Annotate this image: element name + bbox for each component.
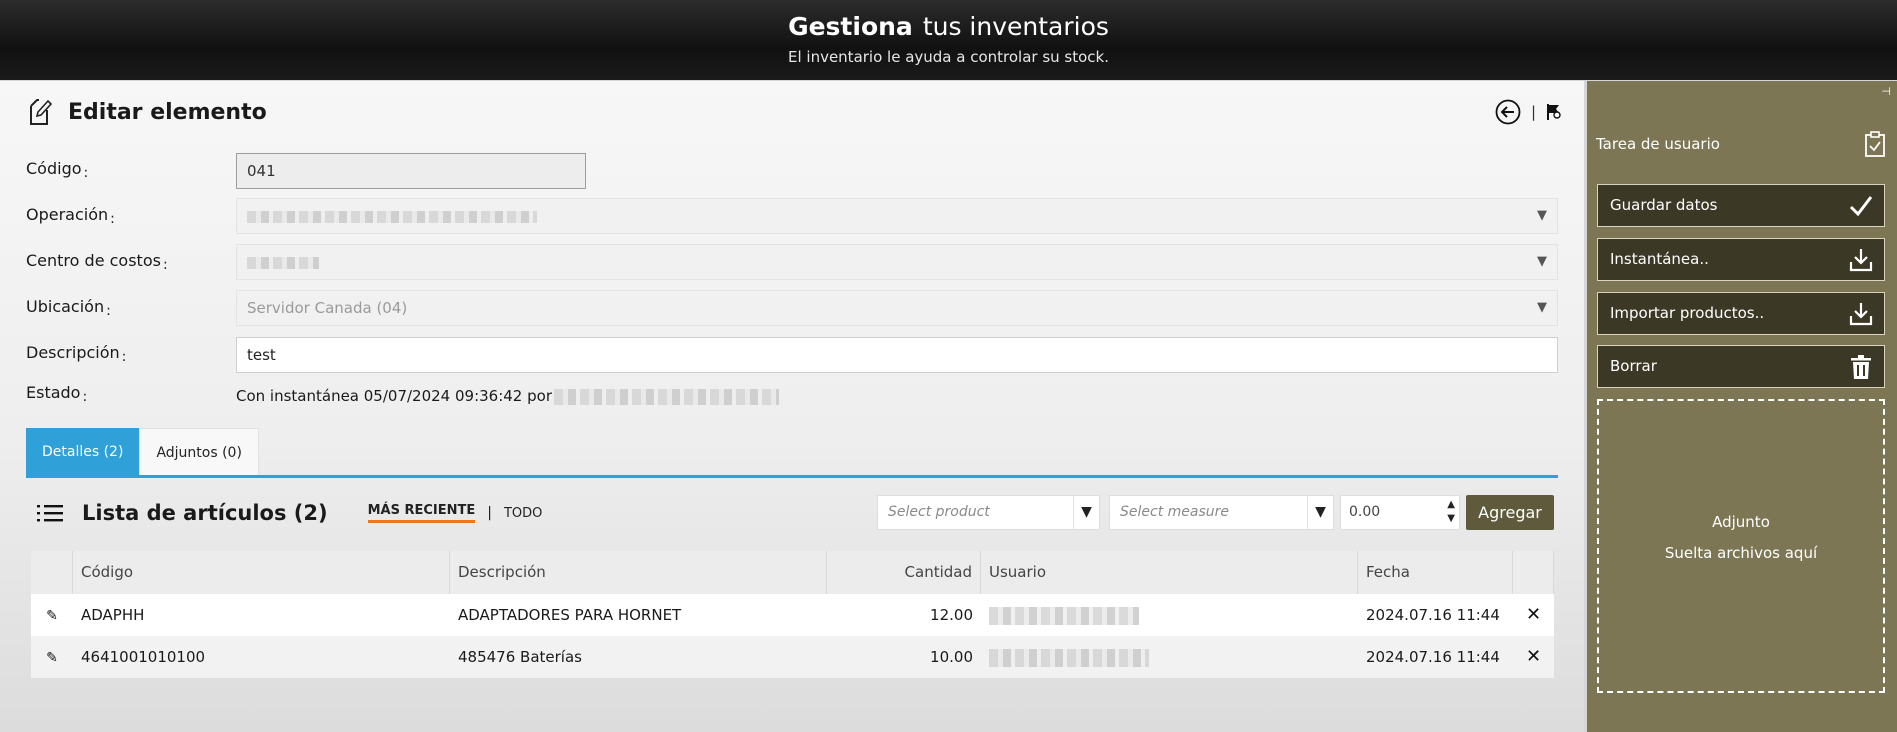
pencil-icon[interactable]: ✎: [46, 650, 58, 666]
main-panel: Editar elemento | Código: 041 Operación:…: [0, 81, 1584, 732]
measure-placeholder: Select measure: [1120, 504, 1230, 520]
user-task-header: Tarea de usuario: [1596, 129, 1886, 159]
check-icon: [1849, 196, 1873, 217]
add-button[interactable]: Agregar: [1466, 495, 1554, 530]
page-actions: |: [1495, 99, 1562, 125]
description-field[interactable]: test: [236, 337, 1558, 373]
description-label: Descripción:: [26, 343, 127, 365]
header-description[interactable]: Descripción: [450, 551, 827, 594]
quantity-value: 0.00: [1349, 504, 1381, 520]
user-task-label: Tarea de usuario: [1596, 135, 1720, 153]
product-select[interactable]: Select product ▼: [877, 495, 1100, 530]
list-icon: [37, 505, 63, 522]
chevron-down-icon: ▼: [1537, 254, 1547, 269]
row-quantity: 10.00: [930, 648, 973, 666]
user-redacted: [989, 606, 1139, 625]
code-label: Código:: [26, 159, 89, 181]
header-delete-col: [1513, 551, 1554, 594]
quantity-stepper[interactable]: 0.00 ▲ ▼: [1340, 495, 1460, 530]
operation-value-redacted: [247, 210, 537, 223]
header-quantity[interactable]: Cantidad: [827, 551, 981, 594]
row-quantity: 12.00: [930, 606, 973, 624]
location-value: Servidor Canada (04): [247, 299, 408, 317]
status-label: Estado:: [26, 383, 88, 405]
tab-underline: [26, 475, 1558, 478]
dropzone-title: Adjunto: [1712, 513, 1770, 531]
clipboard-check-icon: [1865, 131, 1885, 157]
row-description: 485476 Baterías: [458, 648, 582, 666]
header-title-rest: tus inventarios: [922, 12, 1109, 41]
chevron-down-icon: ▼: [1537, 300, 1547, 315]
close-icon[interactable]: ✕: [1526, 604, 1541, 625]
header-user[interactable]: Usuario: [981, 551, 1358, 594]
row-user: [981, 636, 1358, 678]
app-header: Gestiona tus inventarios El inventario le…: [0, 0, 1897, 80]
header-edit-col: [31, 551, 73, 594]
page-header: Editar elemento: [26, 95, 267, 129]
cost-center-select[interactable]: ▼: [236, 244, 1558, 280]
header-title: Gestiona tus inventarios: [0, 12, 1897, 41]
measure-select[interactable]: Select measure ▼: [1109, 495, 1334, 530]
code-field[interactable]: 041: [236, 153, 586, 189]
filter-most-recent[interactable]: MÁS RECIENTE: [367, 503, 476, 523]
header-title-bold: Gestiona: [788, 12, 913, 41]
back-arrow-icon[interactable]: [1495, 99, 1521, 125]
location-label: Ubicación:: [26, 297, 111, 319]
table-header: Código Descripción Cantidad Usuario Fech…: [31, 551, 1554, 594]
cost-center-value-redacted: [247, 256, 319, 269]
trash-icon: [1851, 355, 1871, 379]
close-icon[interactable]: ✕: [1526, 646, 1541, 667]
delete-button[interactable]: Borrar: [1597, 345, 1885, 388]
row-code: ADAPHH: [81, 606, 145, 624]
row-date: 2024.07.16 11:44: [1366, 648, 1500, 666]
list-title: Lista de artículos (2): [82, 501, 328, 525]
pin-icon[interactable]: ⊣: [1881, 85, 1891, 98]
download-icon: [1849, 303, 1873, 326]
status-user-redacted: [554, 388, 779, 405]
header-subtitle: El inventario le ayuda a controlar su st…: [787, 48, 1110, 66]
items-table: Código Descripción Cantidad Usuario Fech…: [31, 551, 1554, 732]
save-data-button[interactable]: Guardar datos: [1597, 184, 1885, 227]
pencil-icon[interactable]: ✎: [46, 608, 58, 624]
row-date: 2024.07.16 11:44: [1366, 606, 1500, 624]
table-row: ✎ ADAPHH ADAPTADORES PARA HORNET 12.00 2…: [31, 594, 1554, 636]
status-value: Con instantánea 05/07/2024 09:36:42 por: [236, 387, 779, 405]
actions-separator: |: [1530, 103, 1536, 121]
row-description: ADAPTADORES PARA HORNET: [458, 606, 682, 624]
snapshot-button[interactable]: Instantánea..: [1597, 238, 1885, 281]
header-date[interactable]: Fecha: [1358, 551, 1513, 594]
attachment-dropzone[interactable]: Adjunto Suelta archivos aquí: [1597, 399, 1885, 693]
tab-details[interactable]: Detalles (2): [26, 428, 140, 476]
chevron-down-icon: ▼: [1073, 496, 1099, 529]
import-products-button[interactable]: Importar productos..: [1597, 292, 1885, 335]
filter-separator: |: [487, 505, 492, 521]
operation-select[interactable]: ▼: [236, 198, 1558, 234]
tab-attachments[interactable]: Adjuntos (0): [139, 428, 259, 476]
row-user: [981, 594, 1358, 636]
table-row: ✎ 4641001010100 485476 Baterías 10.00 20…: [31, 636, 1554, 678]
task-sidebar: ⊣ Tarea de usuario Guardar datos Instant…: [1587, 81, 1897, 732]
list-header: Lista de artículos (2) MÁS RECIENTE | TO…: [36, 493, 542, 533]
tabs: Detalles (2) Adjuntos (0): [26, 428, 259, 476]
dropzone-hint: Suelta archivos aquí: [1664, 544, 1818, 562]
product-placeholder: Select product: [888, 504, 990, 520]
row-code: 4641001010100: [81, 648, 206, 666]
stepper-arrows[interactable]: ▲ ▼: [1447, 498, 1455, 526]
page-title: Editar elemento: [68, 99, 267, 125]
filter-all[interactable]: TODO: [504, 506, 542, 521]
chevron-down-icon: ▼: [1307, 496, 1333, 529]
user-redacted: [989, 648, 1149, 667]
download-icon: [1849, 249, 1873, 272]
operation-label: Operación:: [26, 205, 115, 227]
header-code[interactable]: Código: [73, 551, 450, 594]
cost-center-label: Centro de costos:: [26, 251, 168, 273]
flag-settings-icon[interactable]: [1546, 103, 1562, 121]
edit-document-icon: [30, 99, 52, 125]
location-select[interactable]: Servidor Canada (04) ▼: [236, 290, 1558, 326]
chevron-down-icon: ▼: [1537, 208, 1547, 223]
